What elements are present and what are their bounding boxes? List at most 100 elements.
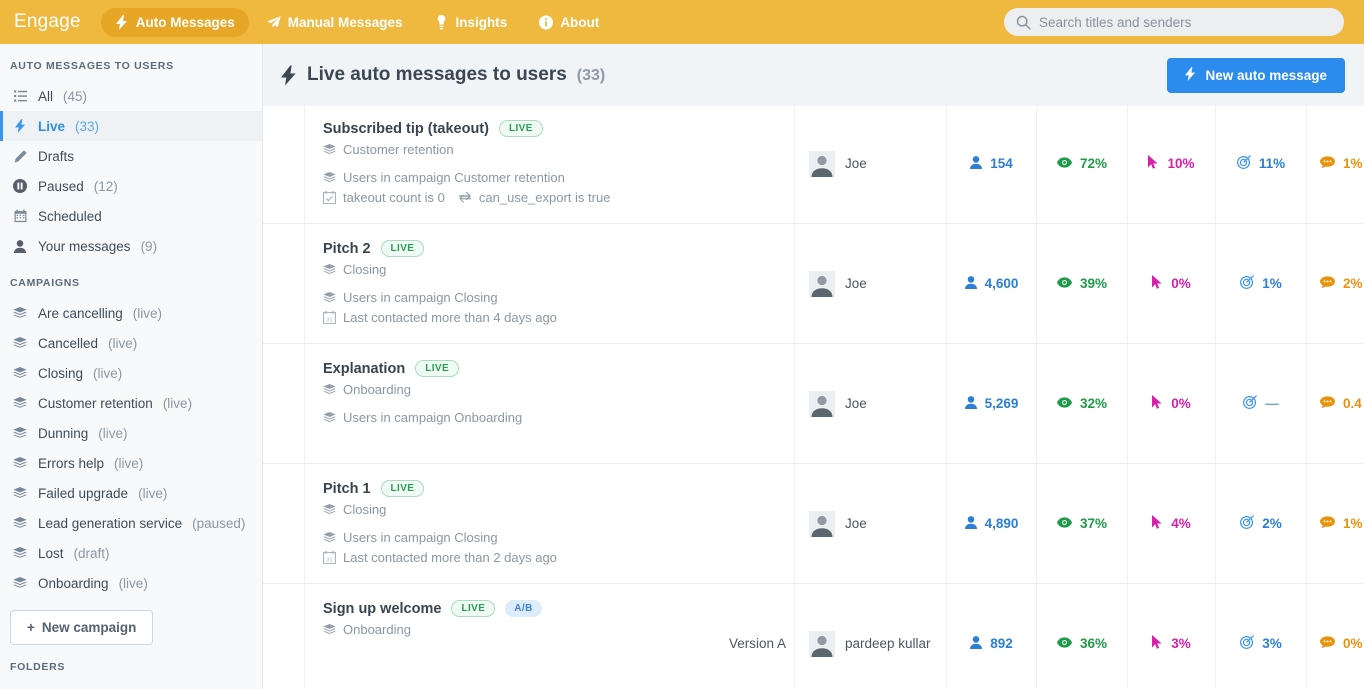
sidebar-campaign-closing[interactable]: Closing (live) <box>0 358 262 388</box>
row-replied-value: 0% <box>1343 636 1363 651</box>
search-input[interactable] <box>1039 14 1332 30</box>
row-stat-received: 4,890 <box>946 464 1036 583</box>
row-opened-value: 37% <box>1079 516 1108 531</box>
row-title-line: Pitch 2 LIVE <box>323 240 557 257</box>
page-title-text: Live auto messages to users <box>307 64 567 85</box>
exchange-arrows-icon <box>458 191 472 204</box>
row-select-cell[interactable] <box>263 224 305 343</box>
layers-icon <box>323 503 336 516</box>
nav-tab-about[interactable]: About <box>525 8 613 37</box>
row-audience-text: Users in campaign Customer retention <box>343 170 565 185</box>
row-received-value: 5,269 <box>984 396 1019 411</box>
nav-tab-auto-messages[interactable]: Auto Messages <box>100 7 249 37</box>
sidebar-campaign-customer-retention[interactable]: Customer retention (live) <box>0 388 262 418</box>
row-audience-text: Users in campaign Onboarding <box>343 410 523 425</box>
sidebar-campaign-failed-upgrade[interactable]: Failed upgrade (live) <box>0 478 262 508</box>
row-opened-value: 36% <box>1079 636 1108 651</box>
sidebar-campaign-lead-generation-service[interactable]: Lead generation service (paused) <box>0 508 262 538</box>
status-badge: LIVE <box>380 240 425 257</box>
row-opened-value: 32% <box>1079 396 1108 411</box>
row-received-value: 4,600 <box>984 276 1019 291</box>
sidebar-campaign-cancelled[interactable]: Cancelled (live) <box>0 328 262 358</box>
row-goal-value: 2% <box>1262 516 1282 531</box>
row-clicked-value: 10% <box>1167 156 1195 171</box>
cursor-icon <box>1152 275 1163 292</box>
row-sender-cell: Joe <box>794 464 946 583</box>
sidebar-item-drafts-label: Drafts <box>38 148 75 164</box>
status-badge: LIVE <box>380 480 425 497</box>
row-campaign-line: Customer retention <box>323 142 610 157</box>
layers-icon <box>323 171 336 184</box>
nav-tab-insights[interactable]: Insights <box>421 8 522 37</box>
row-targeting-group: Users in campaign Customer retention 31 <box>323 170 610 205</box>
row-stat-goal: 1% <box>1215 224 1306 343</box>
bolt-icon <box>1185 67 1196 84</box>
row-stat-clicked: 10% <box>1127 106 1215 223</box>
new-auto-message-button[interactable]: New auto message <box>1167 58 1345 93</box>
sidebar-item-your-messages-count: (9) <box>140 238 158 254</box>
sidebar-item-all[interactable]: All (45) <box>0 81 262 111</box>
row-stat-clicked: 4% <box>1127 464 1215 583</box>
avatar <box>809 630 835 657</box>
row-title-cell: Sign up welcome LIVE A/B Onboarding <box>305 584 684 689</box>
search-box[interactable] <box>1004 8 1344 36</box>
row-select-cell[interactable] <box>263 106 305 223</box>
row-campaign-name: Closing <box>343 262 387 277</box>
row-targeting-group: Users in campaign Onboarding 31 <box>323 410 522 425</box>
sidebar-item-paused[interactable]: Paused (12) <box>0 171 262 201</box>
nav-tab-manual-messages[interactable]: Manual Messages <box>253 8 417 37</box>
layers-icon <box>323 263 336 276</box>
sidebar-campaign-state: (draft) <box>73 545 110 561</box>
sidebar-campaign-lost[interactable]: Lost (draft) <box>0 538 262 568</box>
sidebar-campaign-state: (live) <box>132 305 163 321</box>
target-icon <box>1240 275 1255 292</box>
layers-icon <box>323 143 336 156</box>
sidebar-item-your-messages-label: Your messages <box>38 238 131 254</box>
sidebar-item-your-messages[interactable]: Your messages (9) <box>0 231 262 261</box>
main-header: Live auto messages to users (33) New aut… <box>263 44 1364 106</box>
eye-icon <box>1056 516 1072 531</box>
row-select-cell[interactable] <box>263 584 305 689</box>
sidebar-campaign-dunning[interactable]: Dunning (live) <box>0 418 262 448</box>
message-name: Explanation <box>323 360 406 377</box>
sidebar-item-drafts[interactable]: Drafts <box>0 141 262 171</box>
table-row[interactable]: Explanation LIVE Onboarding Users in cam… <box>263 344 1364 464</box>
message-name: Pitch 1 <box>323 480 371 497</box>
layers-icon <box>12 306 28 320</box>
table-row[interactable]: Subscribed tip (takeout) LIVE Customer r… <box>263 106 1364 224</box>
calendar-check-icon <box>323 191 336 204</box>
sidebar-campaign-onboarding[interactable]: Onboarding (live) <box>0 568 262 598</box>
plus-icon: + <box>27 620 35 635</box>
sidebar-campaign-errors-help[interactable]: Errors help (live) <box>0 448 262 478</box>
table-row[interactable]: Pitch 1 LIVE Closing Users in campaign C… <box>263 464 1364 584</box>
svg-text:31: 31 <box>326 558 332 564</box>
row-goal-value: 1% <box>1262 276 1282 291</box>
avatar <box>809 390 835 417</box>
row-audience-text: Users in campaign Closing <box>343 530 498 545</box>
row-title-cell: Explanation LIVE Onboarding Users in cam… <box>305 344 684 463</box>
row-version-cell <box>684 224 794 343</box>
person-icon <box>970 635 983 652</box>
row-rule-2: can_use_export is true <box>458 190 610 205</box>
sidebar-item-scheduled[interactable]: Scheduled <box>0 201 262 231</box>
row-sender-cell: pardeep kullar <box>794 584 946 689</box>
avatar <box>809 270 835 297</box>
row-targeting-group: Users in campaign Closing 31 Last contac… <box>323 530 557 565</box>
row-select-cell[interactable] <box>263 464 305 583</box>
row-targeting-group: Users in campaign Closing 31 Last contac… <box>323 290 557 325</box>
row-version-cell <box>684 106 794 223</box>
row-campaign-name: Closing <box>343 502 387 517</box>
sidebar-campaign-label: Lead generation service <box>38 515 183 531</box>
sidebar-campaign-are-cancelling[interactable]: Are cancelling (live) <box>0 298 262 328</box>
new-campaign-button[interactable]: + New campaign <box>10 610 154 645</box>
row-stat-opened: 37% <box>1036 464 1127 583</box>
row-audience-text: Users in campaign Closing <box>343 290 498 305</box>
row-stat-opened: 39% <box>1036 224 1127 343</box>
sidebar-item-live[interactable]: Live (33) <box>0 111 262 141</box>
row-replied-value: 1% <box>1343 516 1363 531</box>
table-row[interactable]: Pitch 2 LIVE Closing Users in campaign C… <box>263 224 1364 344</box>
row-sender-name: pardeep kullar <box>845 636 931 651</box>
row-select-cell[interactable] <box>263 344 305 463</box>
table-row[interactable]: Sign up welcome LIVE A/B Onboarding Vers… <box>263 584 1364 689</box>
row-stat-received: 154 <box>946 106 1036 223</box>
